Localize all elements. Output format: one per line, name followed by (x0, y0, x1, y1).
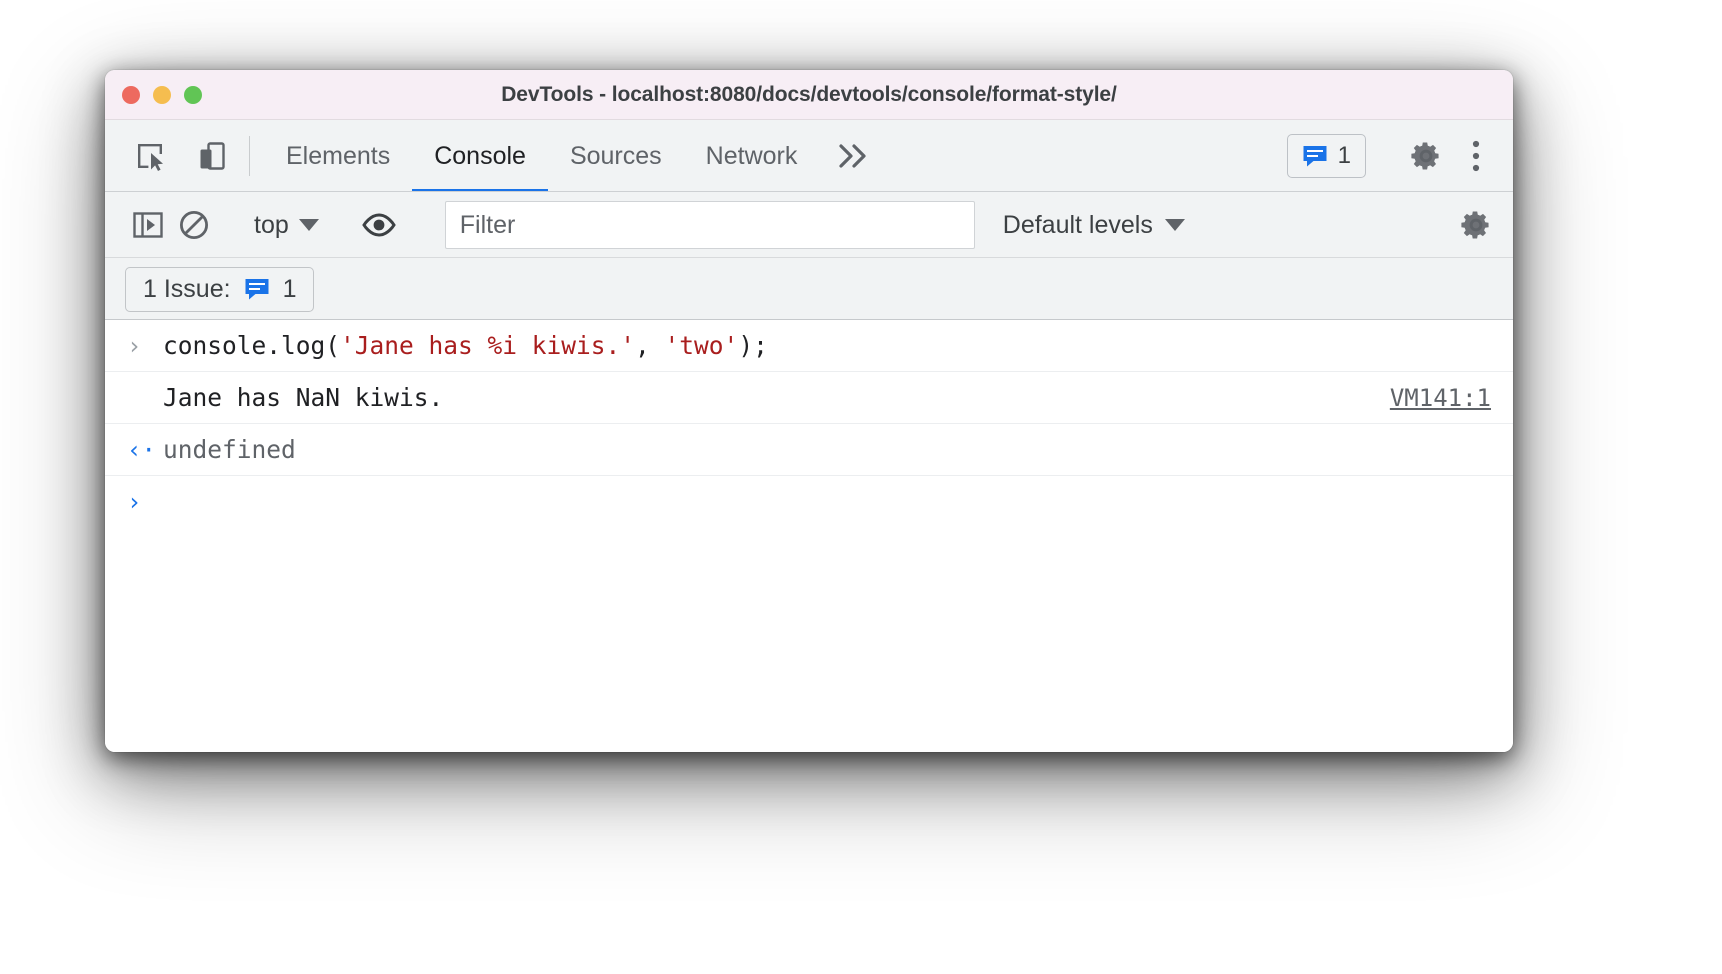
console-result-row[interactable]: ‹· undefined (105, 424, 1513, 476)
chevron-down-icon (1164, 219, 1185, 231)
tab-network[interactable]: Network (684, 120, 820, 192)
log-levels-value: Default levels (1002, 210, 1153, 239)
eye-icon[interactable] (356, 202, 402, 248)
screenshot-root: DevTools - localhost:8080/docs/devtools/… (0, 0, 1722, 974)
console-input-row[interactable]: › console.log('Jane has %i kiwis.', 'two… (105, 320, 1513, 372)
tabbar-right-controls: 1 (1286, 120, 1499, 192)
console-result-value: undefined (163, 435, 296, 464)
code-segment-plain: ); (738, 331, 768, 360)
issues-badge-button[interactable]: 1 (1286, 134, 1366, 178)
issues-summary-count: 1 (282, 274, 297, 303)
tabbar-left-icons (127, 120, 235, 192)
kebab-menu-icon[interactable] (1453, 133, 1499, 179)
code-segment-plain: console.log( (163, 331, 341, 360)
gear-icon[interactable] (1453, 202, 1499, 248)
issues-summary-label: 1 Issue: (143, 274, 231, 303)
window-title: DevTools - localhost:8080/docs/devtools/… (501, 82, 1117, 106)
code-segment-string: 'Jane has %i kiwis.' (340, 331, 636, 360)
code-segment-string: 'two' (664, 331, 739, 360)
chevron-double-right-icon[interactable] (819, 120, 889, 192)
maximize-button[interactable] (184, 85, 202, 104)
tab-elements[interactable]: Elements (264, 120, 412, 192)
console-output-text: Jane has NaN kiwis. (163, 383, 444, 412)
input-arrow-icon: › (127, 331, 142, 360)
return-arrow-icon: ‹· (127, 435, 156, 464)
tabbar-divider (249, 136, 250, 176)
issues-bar: 1 Issue: 1 (105, 258, 1513, 320)
console-output-row[interactable]: Jane has NaN kiwis. VM141:1 (105, 372, 1513, 424)
execution-context-value: top (254, 210, 289, 239)
clear-console-icon[interactable] (171, 202, 217, 248)
devtools-tabbar: Elements Console Sources Network 1 (105, 120, 1513, 192)
chevron-down-icon (298, 219, 319, 231)
gear-icon[interactable] (1403, 133, 1449, 179)
console-source-link[interactable]: VM141:1 (1370, 384, 1491, 412)
devtools-window: DevTools - localhost:8080/docs/devtools/… (105, 70, 1513, 752)
execution-context-selector[interactable]: top (246, 211, 327, 240)
console-prompt-row[interactable]: › (105, 476, 1513, 528)
window-titlebar: DevTools - localhost:8080/docs/devtools/… (105, 70, 1513, 120)
code-segment-plain: , (635, 331, 665, 360)
filter-input[interactable]: Filter (444, 201, 975, 249)
issues-badge-count: 1 (1337, 142, 1351, 169)
traffic-light-buttons (122, 85, 202, 104)
console-toolbar-right (1395, 202, 1499, 248)
minimize-button[interactable] (153, 85, 171, 104)
panel-tabs: Elements Console Sources Network (264, 120, 889, 192)
inspect-element-icon[interactable] (127, 133, 173, 179)
tab-console[interactable]: Console (412, 120, 548, 192)
close-button[interactable] (122, 85, 140, 104)
console-toolbar: top Filter Default levels (105, 192, 1513, 258)
console-input-expression: console.log('Jane has %i kiwis.', 'two')… (163, 331, 1491, 360)
device-toolbar-icon[interactable] (189, 133, 235, 179)
console-message-list: › console.log('Jane has %i kiwis.', 'two… (105, 320, 1513, 752)
tab-sources[interactable]: Sources (548, 120, 684, 192)
filter-placeholder: Filter (459, 210, 516, 239)
issues-message-icon (244, 277, 270, 301)
issues-message-icon (1302, 144, 1328, 168)
console-sidebar-icon[interactable] (125, 202, 171, 248)
log-levels-dropdown[interactable]: Default levels (993, 211, 1195, 240)
issues-summary-button[interactable]: 1 Issue: 1 (125, 266, 315, 312)
prompt-arrow-icon: › (127, 488, 142, 516)
